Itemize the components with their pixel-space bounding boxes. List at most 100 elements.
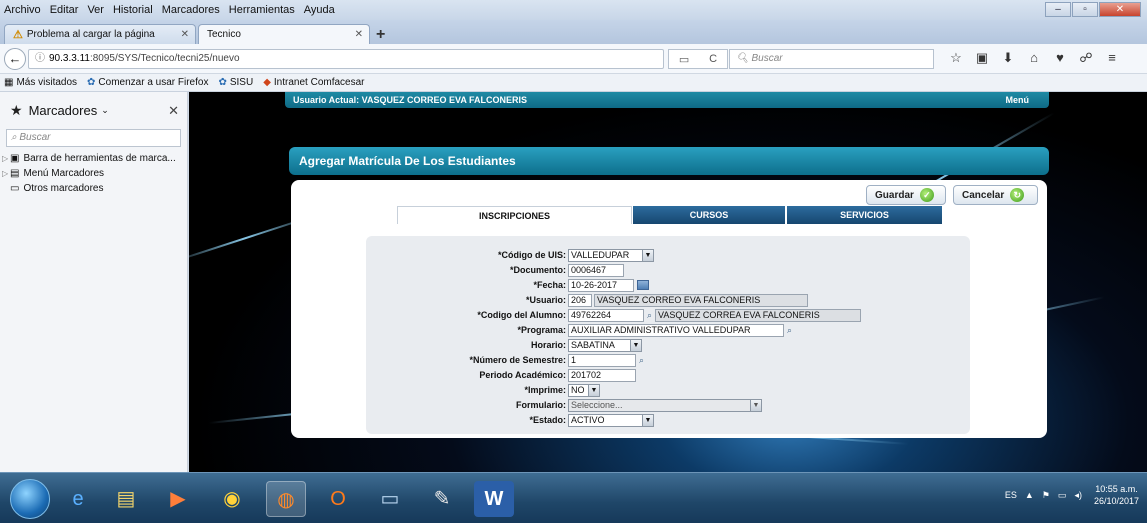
form-panel: Guardar ✓ Cancelar ↻ INSCRIPCIONES CURSO… <box>291 180 1047 438</box>
field-label: *Imprime: <box>524 385 566 395</box>
media-player-icon[interactable]: ▶ <box>158 481 198 517</box>
close-sidebar-icon[interactable]: ✕ <box>168 103 179 119</box>
field-label: Horario: <box>530 340 566 350</box>
close-window-button[interactable]: ✕ <box>1099 2 1141 17</box>
navigation-bar: ← ⓘ 90.3.3.11:8095/SYS/Tecnico/tecni25/nu… <box>0 44 1147 74</box>
menu-historial[interactable]: Historial <box>113 4 153 16</box>
field-label: Formulario: <box>515 400 566 410</box>
imprime-select[interactable]: NO ▼ <box>568 383 600 397</box>
bookmark-intranet[interactable]: ◆ Intranet Comfacesar <box>263 77 364 88</box>
usuario-code-input[interactable]: 206 <box>568 293 592 307</box>
lookup-icon[interactable]: ⌕ <box>647 310 652 321</box>
menu-herramientas[interactable]: Herramientas <box>229 4 295 16</box>
maximize-button[interactable]: ▫ <box>1072 2 1098 17</box>
menu-archivo[interactable]: Archivo <box>4 4 41 16</box>
calendar-icon[interactable] <box>637 280 649 290</box>
form-row-periodo: Periodo Académico: 201702 <box>366 368 970 382</box>
windows-taskbar: e ▤ ▶ ◉ ◍ O ▭ ✎ W ES ▲ ⚑ ▭ ◂) 10:55 a.m.… <box>0 472 1147 523</box>
programa-input[interactable]: AUXILIAR ADMINISTRATIVO VALLEDUPAR <box>568 323 784 337</box>
chrome-icon[interactable]: ◉ <box>212 481 252 517</box>
home-icon[interactable]: ⌂ <box>1022 50 1046 66</box>
semestre-input[interactable]: 1 <box>568 353 636 367</box>
hamburger-menu-icon[interactable]: ≡ <box>1100 50 1124 66</box>
horario-select[interactable]: SABATINA ▼ <box>568 338 642 352</box>
powerpoint-icon[interactable]: O <box>318 481 358 517</box>
globe-icon: ✿ <box>218 77 227 88</box>
menu-editar[interactable]: Editar <box>50 4 79 16</box>
tab-servicios[interactable]: SERVICIOS <box>787 206 942 224</box>
fecha-input[interactable]: 10-26-2017 <box>568 278 634 292</box>
info-icon[interactable]: ⓘ <box>35 53 45 64</box>
language-indicator[interactable]: ES <box>1005 490 1017 500</box>
volume-icon[interactable]: ◂) <box>1074 490 1082 501</box>
codigo-alumno-input[interactable]: 49762264 <box>568 308 644 322</box>
minimize-button[interactable]: – <box>1045 2 1071 17</box>
cancel-button[interactable]: Cancelar ↻ <box>953 185 1038 205</box>
firefox-taskbar-icon[interactable]: ◍ <box>266 481 306 517</box>
documento-input[interactable]: 0006467 <box>568 263 624 277</box>
show-hidden-icons-icon[interactable]: ▲ <box>1025 490 1034 500</box>
tab-cursos[interactable]: CURSOS <box>633 206 785 224</box>
new-tab-button[interactable]: + <box>376 26 385 44</box>
sidebar-item-label: Barra de herramientas de marca... <box>23 153 176 164</box>
sidebar-header[interactable]: ★ Marcadores ⌄ ✕ <box>0 92 187 125</box>
close-tab-icon[interactable]: ✕ <box>181 29 189 40</box>
sidebar-item-menu-marcadores[interactable]: ▷ ▤ Menú Marcadores <box>0 166 187 181</box>
internet-explorer-icon[interactable]: e <box>58 481 98 517</box>
bookmark-label: Más visitados <box>16 77 78 88</box>
reader-view-icon[interactable]: ▭ <box>679 53 689 66</box>
tab-tecnico[interactable]: Tecnico ✕ <box>198 24 370 44</box>
expand-arrow-icon[interactable]: ▷ <box>2 169 10 178</box>
field-label: *Código de UIS: <box>498 250 566 260</box>
app-menu-link[interactable]: Menú <box>1006 92 1030 108</box>
sidebar-item-otros-marcadores[interactable]: ▭ Otros marcadores <box>0 181 187 196</box>
start-button[interactable] <box>10 479 50 519</box>
window-controls: – ▫ ✕ <box>1044 2 1141 17</box>
library-icon[interactable]: ▣ <box>970 50 994 66</box>
chevron-down-icon: ⌄ <box>101 105 109 115</box>
bookmark-sisu[interactable]: ✿ SISU <box>218 77 253 88</box>
word-icon[interactable]: W <box>474 481 514 517</box>
bookmarks-sidebar: ★ Marcadores ⌄ ✕ ⌕ Buscar ▷ ▣ Barra de h… <box>0 92 188 472</box>
url-input[interactable]: ⓘ 90.3.3.11:8095/SYS/Tecnico/tecni25/nuev… <box>28 49 664 69</box>
file-explorer-icon[interactable]: ▤ <box>106 481 146 517</box>
window-icon[interactable]: ▭ <box>370 481 410 517</box>
close-tab-icon[interactable]: ✕ <box>355 29 363 40</box>
pocket-icon[interactable]: ♥ <box>1048 50 1072 66</box>
clock-time: 10:55 a.m. <box>1095 484 1138 494</box>
menu-marcadores[interactable]: Marcadores <box>162 4 220 16</box>
form-row-estado: *Estado: ACTIVO ▼ <box>366 413 970 427</box>
estado-select[interactable]: ACTIVO ▼ <box>568 413 654 427</box>
menu-ayuda[interactable]: Ayuda <box>304 4 335 16</box>
clock[interactable]: 10:55 a.m. 26/10/2017 <box>1094 483 1139 507</box>
select-value: NO <box>571 384 585 395</box>
codigo-uis-select[interactable]: VALLEDUPAR ▼ <box>568 248 654 262</box>
back-button[interactable]: ← <box>4 48 26 70</box>
lookup-icon[interactable]: ⌕ <box>639 355 644 366</box>
network-icon[interactable]: ▭ <box>1058 490 1067 501</box>
dropdown-arrow-icon: ▼ <box>750 399 761 411</box>
tab-inscripciones[interactable]: INSCRIPCIONES <box>397 206 632 224</box>
menu-ver[interactable]: Ver <box>87 4 104 16</box>
dropdown-arrow-icon: ▼ <box>642 249 653 261</box>
download-icon[interactable]: ⬇ <box>996 50 1020 66</box>
bookmark-star-icon[interactable]: ☆ <box>944 50 968 66</box>
sidebar-search-input[interactable]: ⌕ Buscar <box>6 129 181 147</box>
control: AUXILIAR ADMINISTRATIVO VALLEDUPAR ⌕ <box>568 323 795 337</box>
flag-icon[interactable]: ⚑ <box>1042 490 1050 501</box>
expand-arrow-icon[interactable]: ▷ <box>2 154 10 163</box>
periodo-input[interactable]: 201702 <box>568 368 636 382</box>
paint-icon[interactable]: ✎ <box>422 481 462 517</box>
tab-problema[interactable]: ⚠ Problema al cargar la página ✕ <box>4 24 196 44</box>
control: ACTIVO ▼ <box>568 413 654 427</box>
save-button[interactable]: Guardar ✓ <box>866 185 946 205</box>
search-input[interactable]: 🔍︎ Buscar <box>729 49 934 69</box>
bookmark-comenzar-firefox[interactable]: ✿ Comenzar a usar Firefox <box>87 77 208 88</box>
bookmark-mas-visitados[interactable]: ▦ Más visitados <box>4 77 77 88</box>
reload-icon[interactable]: C <box>709 53 717 65</box>
lookup-icon[interactable]: ⌕ <box>787 325 792 336</box>
sidebar-item-barra-herramientas[interactable]: ▷ ▣ Barra de herramientas de marca... <box>0 151 187 166</box>
sync-icon[interactable]: ☍ <box>1074 50 1098 66</box>
formulario-select[interactable]: Seleccione... ▼ <box>568 398 762 412</box>
control: Seleccione... ▼ <box>568 398 762 412</box>
